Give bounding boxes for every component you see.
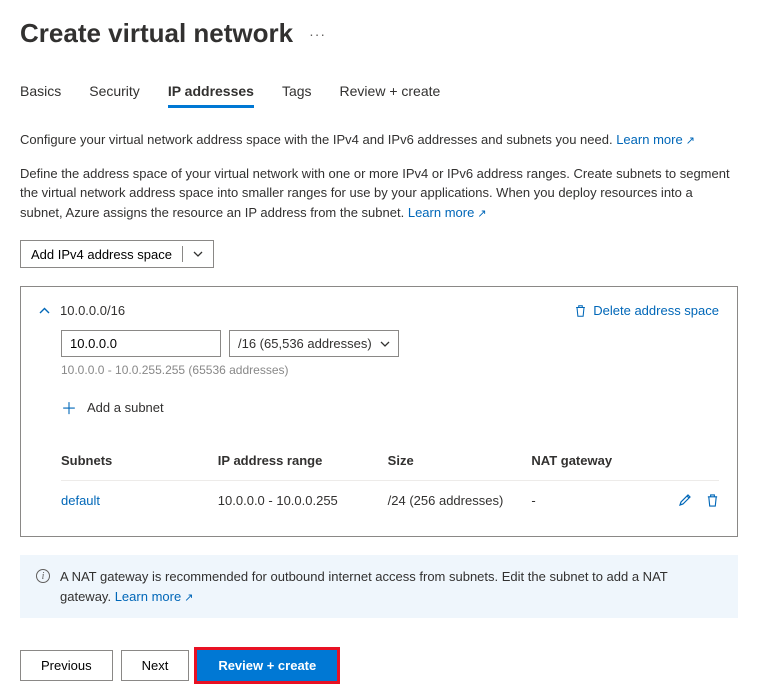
subnet-table: Subnets IP address range Size NAT gatewa… xyxy=(39,441,719,520)
external-link-icon: ↗ xyxy=(686,135,695,147)
address-space-cidr: 10.0.0.0/16 xyxy=(60,303,125,318)
add-subnet-button[interactable]: ＋ Add a subnet xyxy=(39,395,719,419)
chevron-down-icon xyxy=(380,341,390,347)
col-ip-range: IP address range xyxy=(218,453,388,468)
plus-icon: ＋ xyxy=(61,395,77,419)
tab-bar: Basics Security IP addresses Tags Review… xyxy=(20,77,738,108)
tab-review-create[interactable]: Review + create xyxy=(340,77,441,108)
delete-address-space-label: Delete address space xyxy=(593,303,719,318)
description-text: Define the address space of your virtual… xyxy=(20,164,738,223)
tab-security[interactable]: Security xyxy=(89,77,140,108)
subnet-mask-select[interactable]: /16 (65,536 addresses) xyxy=(229,330,399,357)
next-button[interactable]: Next xyxy=(121,650,190,681)
trash-icon xyxy=(574,304,587,318)
col-subnets: Subnets xyxy=(61,453,218,468)
nat-info-banner: i A NAT gateway is recommended for outbo… xyxy=(20,555,738,618)
external-link-icon: ↗ xyxy=(477,208,486,220)
tab-basics[interactable]: Basics xyxy=(20,77,61,108)
subnet-size: /24 (256 addresses) xyxy=(388,493,532,508)
subnet-range: 10.0.0.0 - 10.0.0.255 xyxy=(218,493,388,508)
delete-subnet-button[interactable] xyxy=(706,493,719,508)
add-address-space-button[interactable]: Add IPv4 address space xyxy=(20,240,214,268)
subnet-nat: - xyxy=(531,493,649,508)
review-create-button[interactable]: Review + create xyxy=(197,650,337,681)
split-divider xyxy=(182,246,183,262)
chevron-down-icon[interactable] xyxy=(193,251,203,257)
tab-tags[interactable]: Tags xyxy=(282,77,312,108)
collapse-toggle[interactable] xyxy=(39,307,50,314)
col-nat-gateway: NAT gateway xyxy=(531,453,649,468)
page-title: Create virtual network xyxy=(20,18,293,49)
info-learn-more-link[interactable]: Learn more↗ xyxy=(115,589,194,604)
subnet-name-link[interactable]: default xyxy=(61,493,218,508)
intro-learn-more-link[interactable]: Learn more↗ xyxy=(616,132,695,147)
desc-learn-more-link[interactable]: Learn more↗ xyxy=(408,205,487,220)
add-subnet-label: Add a subnet xyxy=(87,400,164,415)
more-menu-button[interactable]: ··· xyxy=(309,26,326,42)
table-row: default 10.0.0.0 - 10.0.0.255 /24 (256 a… xyxy=(61,481,719,520)
external-link-icon: ↗ xyxy=(184,592,193,604)
address-range-hint: 10.0.0.0 - 10.0.255.255 (65536 addresses… xyxy=(39,363,719,377)
col-size: Size xyxy=(388,453,532,468)
previous-button[interactable]: Previous xyxy=(20,650,113,681)
delete-address-space-button[interactable]: Delete address space xyxy=(574,303,719,318)
subnet-mask-value: /16 (65,536 addresses) xyxy=(238,336,372,351)
footer-buttons: Previous Next Review + create xyxy=(0,636,758,695)
info-icon: i xyxy=(36,569,50,583)
address-space-panel: 10.0.0.0/16 Delete address space /16 (65… xyxy=(20,286,738,537)
edit-subnet-button[interactable] xyxy=(678,493,692,508)
intro-text: Configure your virtual network address s… xyxy=(20,130,738,150)
add-address-space-label: Add IPv4 address space xyxy=(31,247,172,262)
tab-ip-addresses[interactable]: IP addresses xyxy=(168,77,254,108)
ip-address-input[interactable] xyxy=(61,330,221,357)
